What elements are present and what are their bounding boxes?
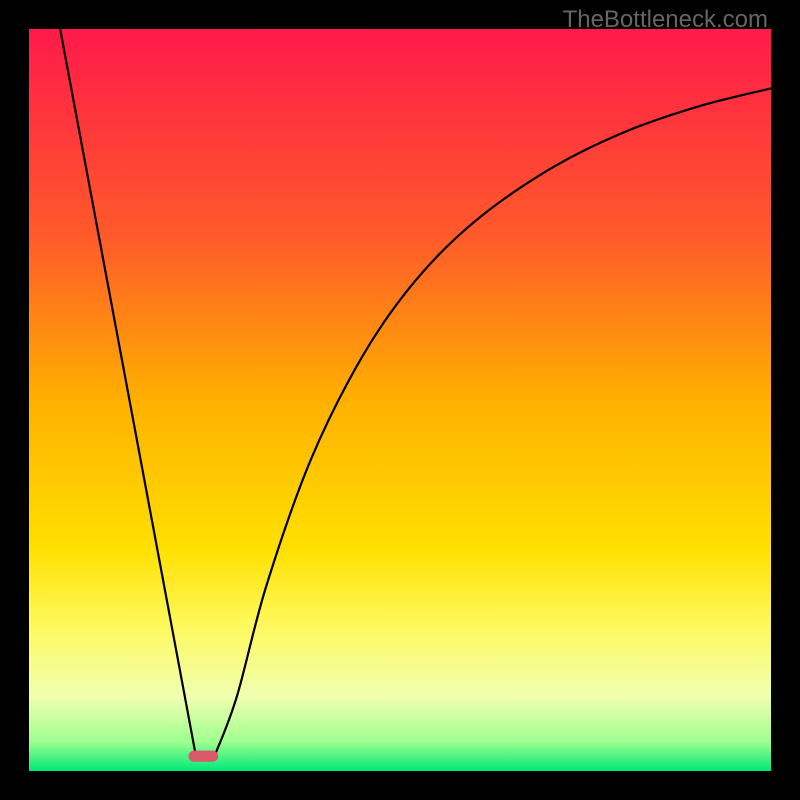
gradient-background xyxy=(29,29,771,771)
optimal-marker xyxy=(189,751,219,762)
chart-container: TheBottleneck.com xyxy=(0,0,800,800)
chart-svg xyxy=(29,29,771,771)
watermark-text: TheBottleneck.com xyxy=(563,6,768,34)
plot-area xyxy=(29,29,771,771)
